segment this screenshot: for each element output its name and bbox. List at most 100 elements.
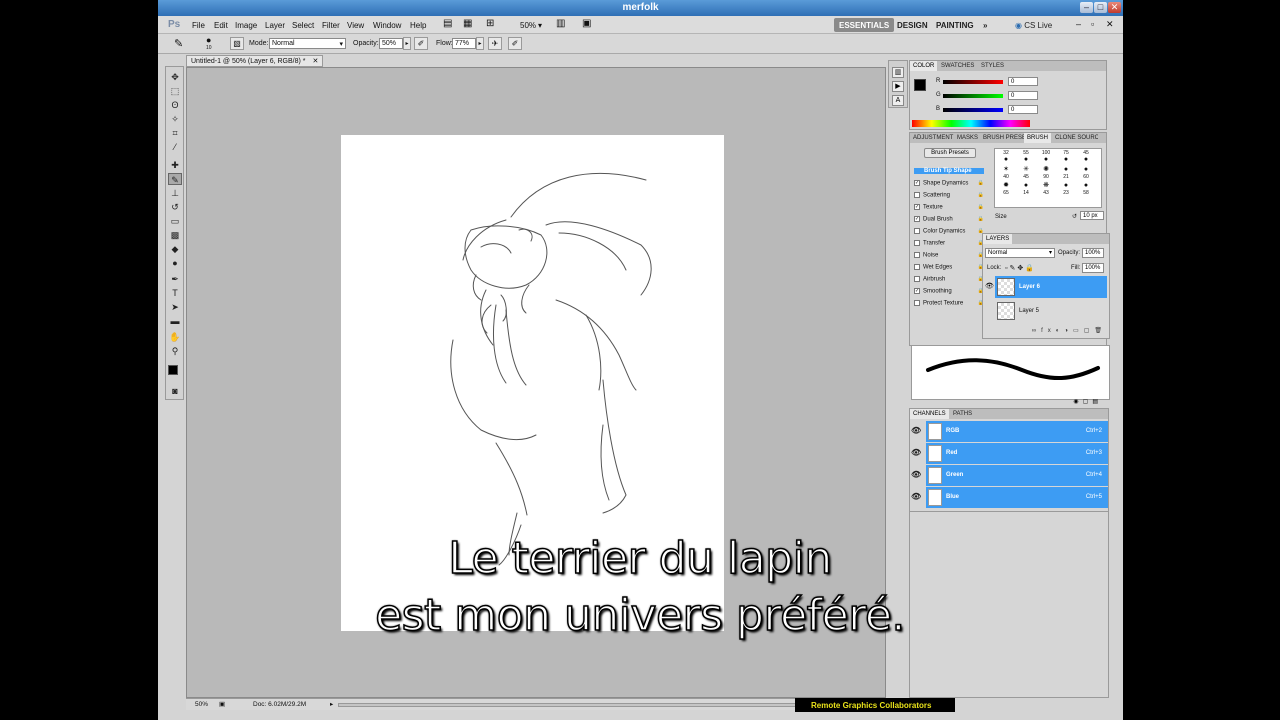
brush-option-item[interactable]: ✓ Texture 🔒 [914,204,984,211]
visibility-eye-icon[interactable]: 👁 [911,492,921,501]
view-extras-icon[interactable]: ⊞ [486,18,494,29]
tab-swatches[interactable]: SWATCHES [938,61,977,71]
lock-icon[interactable]: 🔒 [978,192,984,198]
pressure-size-icon[interactable]: ✐ [508,37,522,50]
brush-tip[interactable]: ✹ 65 [997,182,1015,198]
menu-view[interactable]: View [347,21,364,30]
visibility-eye-icon[interactable]: 👁 [911,426,921,435]
channel-row[interactable]: 👁 Red Ctrl+3 [911,443,1108,464]
green-slider[interactable] [943,94,1003,98]
option-checkbox[interactable]: ✓ [914,288,920,294]
restore-icon[interactable]: ▫ [1091,19,1094,29]
brush-preview-icon[interactable]: ● [206,35,211,45]
tab-masks[interactable]: MASKS [954,133,981,143]
brush-tip[interactable]: 45 ● [1077,150,1095,166]
menu-edit[interactable]: Edit [214,21,228,30]
brush-tip[interactable]: ✶ 40 [997,166,1015,182]
minibridge-icon[interactable]: ▦ [463,18,472,29]
flow-field[interactable]: 77% [452,38,476,49]
option-checkbox[interactable] [914,264,920,270]
brush-tip[interactable]: ● 23 [1057,182,1075,198]
move-tool-icon[interactable]: ✥ [168,71,182,83]
brush-option-item[interactable]: ✓ Smoothing 🔒 [914,288,984,295]
brush-tip[interactable]: ❋ 43 [1037,182,1055,198]
menu-select[interactable]: Select [292,21,314,30]
brush-tool-icon[interactable]: ✎ [174,37,183,50]
clone-stamp-tool-icon[interactable]: ⊥ [168,187,182,199]
brush-tip[interactable]: ✳ 45 [1017,166,1035,182]
menu-filter[interactable]: Filter [322,21,340,30]
path-select-tool-icon[interactable]: ➤ [168,301,182,313]
brush-option-item[interactable]: Transfer 🔒 [914,240,984,247]
pen-tool-icon[interactable]: ✒ [168,273,182,285]
arrange-documents-icon[interactable]: ▥ [556,18,565,29]
status-zoom[interactable]: 50% [195,701,208,708]
tab-adjustment[interactable]: ADJUSTMENT [910,133,956,143]
layer-actions-bar[interactable]: ∞fx◐◑▭▢🗑 [985,327,1107,337]
option-checkbox[interactable]: ✓ [914,204,920,210]
shape-tool-icon[interactable]: ▬ [168,315,182,327]
foreground-color-swatch[interactable] [168,365,178,375]
brush-tip-grid[interactable]: 32 ● 55 ● 100 ● 75 ● 45 ● ✶ 40 ✳ 45 ✺ 90 ● 21 ● 60 ✹ 65 ● 14 ❋ 43… [994,148,1102,208]
size-field[interactable]: 10 px [1080,211,1104,220]
option-checkbox[interactable] [914,300,920,306]
option-checkbox[interactable] [914,276,920,282]
brush-tip[interactable]: ● 60 [1077,166,1095,182]
dodge-tool-icon[interactable]: ● [168,257,182,269]
hand-tool-icon[interactable]: ✋ [168,331,182,343]
minimize-button[interactable]: – [1080,2,1093,13]
crop-tool-icon[interactable]: ⌗ [168,127,182,139]
green-value[interactable]: 0 [1008,91,1038,100]
eyedropper-tool-icon[interactable]: ⁄ [168,141,182,153]
minimize-icon[interactable]: – [1076,19,1081,29]
brush-option-item[interactable]: Color Dynamics 🔒 [914,228,984,235]
brush-panel-toggle-icon[interactable]: ▧ [230,37,244,50]
type-tool-icon[interactable]: T [168,287,182,299]
brush-option-item[interactable]: Brush Tip Shape [914,168,984,174]
healing-brush-tool-icon[interactable]: ✚ [168,159,182,171]
menu-image[interactable]: Image [235,21,257,30]
tab-brush[interactable]: BRUSH [1024,133,1052,143]
chevron-down-icon[interactable]: ▾ [538,21,542,30]
close-icon[interactable]: ✕ [1106,19,1114,30]
workspace-design[interactable]: DESIGN [892,18,933,32]
visibility-eye-icon[interactable]: 👁 [911,470,921,479]
red-slider[interactable] [943,80,1003,84]
tab-paths[interactable]: PATHS [950,409,975,419]
blue-value[interactable]: 0 [1008,105,1038,114]
close-button[interactable]: ✕ [1108,2,1121,13]
brush-panel-actions[interactable]: ◉▢▤ [911,398,1110,408]
quick-mask-icon[interactable]: ◙ [168,385,182,397]
brush-option-item[interactable]: Noise 🔒 [914,252,984,259]
flow-slider-toggle[interactable]: ▸ [476,37,484,50]
brush-option-item[interactable]: Airbrush 🔒 [914,276,984,283]
option-checkbox[interactable]: ✓ [914,180,920,186]
workspace-essentials[interactable]: ESSENTIALS [834,18,895,32]
document-tab[interactable]: Untitled-1 @ 50% (Layer 6, RGB/8) * ✕ [186,55,324,67]
menu-help[interactable]: Help [410,21,426,30]
marquee-tool-icon[interactable]: ⬚ [168,85,182,97]
status-menu-arrow-icon[interactable]: ▸ [330,700,333,708]
brush-tip[interactable]: ● 58 [1077,182,1095,198]
tab-styles[interactable]: STYLES [978,61,1007,71]
brush-tip[interactable]: ● 21 [1057,166,1075,182]
lock-icon[interactable]: 🔒 [978,180,984,186]
horizontal-scrollbar[interactable] [338,703,858,707]
zoom-tool-icon[interactable]: ⚲ [168,345,182,357]
option-checkbox[interactable] [914,228,920,234]
channel-row[interactable]: 👁 Green Ctrl+4 [911,465,1108,486]
color-spectrum-bar[interactable] [912,120,1030,127]
workspace-more[interactable]: » [978,18,992,32]
lock-icon[interactable]: 🔒 [978,216,984,222]
character-icon[interactable]: A [892,95,904,106]
zoom-level-select[interactable]: 50% [520,21,536,30]
layer-opacity-field[interactable]: 100% [1082,248,1104,258]
option-checkbox[interactable] [914,240,920,246]
menu-window[interactable]: Window [373,21,401,30]
option-checkbox[interactable]: ✓ [914,216,920,222]
brush-tool-icon[interactable]: ✎ [168,173,182,185]
blur-tool-icon[interactable]: ◆ [168,243,182,255]
actions-icon[interactable]: ▶ [892,81,904,92]
menu-file[interactable]: File [192,21,205,30]
visibility-eye-icon[interactable]: 👁 [985,282,994,290]
